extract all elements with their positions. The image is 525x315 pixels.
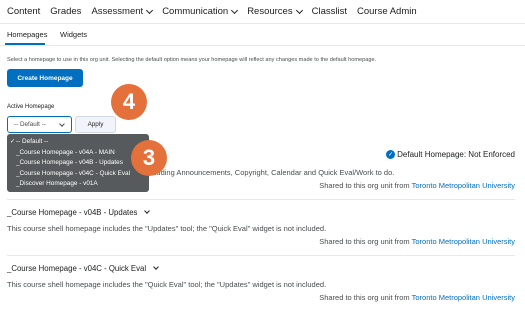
nav-label: Classlist xyxy=(311,6,347,17)
nav-item-assessment[interactable]: Assessment xyxy=(91,6,154,17)
default-status-text: Default Homepage: Not Enforced xyxy=(397,150,515,159)
homepage-shared-info: Shared to this org unit from Toronto Met… xyxy=(319,181,515,190)
homepage-shared-info: Shared to this org unit from Toronto Met… xyxy=(319,293,515,302)
dropdown-option-v04a[interactable]: _Course Homepage - v04A - MAIN xyxy=(10,148,149,159)
create-homepage-button[interactable]: Create Homepage xyxy=(7,69,83,87)
dropdown-option-discover[interactable]: _Discover Homepage - v01A xyxy=(10,179,149,190)
nav-item-classlist[interactable]: Classlist xyxy=(312,6,347,17)
nav-label: Assessment xyxy=(91,6,144,17)
org-link[interactable]: Toronto Metropolitan University xyxy=(412,293,515,302)
option-label: -- Default -- xyxy=(16,138,49,145)
nav-label: Resources xyxy=(247,6,293,17)
course-navbar: Content Grades Assessment Communication … xyxy=(0,0,525,24)
option-label: _Course Homepage - v04A - MAIN xyxy=(16,148,115,156)
homepage-dropdown-list: ✓ -- Default -- _Course Homepage - v04A -… xyxy=(7,134,149,192)
org-link[interactable]: Toronto Metropolitan University xyxy=(412,181,515,190)
tab-homepages[interactable]: Homepages xyxy=(7,30,47,39)
tab-bar: Homepages Widgets xyxy=(0,24,525,46)
chevron-down-icon xyxy=(59,121,65,127)
active-tab-indicator xyxy=(5,43,45,45)
nav-label: Course Admin xyxy=(356,6,417,17)
nav-item-communication[interactable]: Communication xyxy=(162,6,239,17)
chevron-down-icon[interactable] xyxy=(153,264,159,270)
chevron-down-icon xyxy=(231,6,239,14)
apply-button[interactable]: Apply xyxy=(75,116,116,133)
nav-label: Communication xyxy=(162,6,229,17)
dropdown-option-v04c[interactable]: _Course Homepage - v04C - Quick Eval xyxy=(10,169,149,180)
shared-prefix: Shared to this org unit from xyxy=(319,293,410,302)
active-homepage-label: Active Homepage xyxy=(7,104,55,110)
homepage-shared-info: Shared to this org unit from Toronto Met… xyxy=(319,237,515,246)
page-description: Select a homepage to use in this org uni… xyxy=(7,57,377,63)
dropdown-option-default[interactable]: ✓ -- Default -- xyxy=(10,137,149,148)
option-label: _Discover Homepage - v01A xyxy=(16,180,98,187)
shared-prefix: Shared to this org unit from xyxy=(319,237,410,246)
chevron-down-icon[interactable] xyxy=(144,208,151,214)
divider xyxy=(7,199,515,200)
active-homepage-select[interactable]: -- Default -- xyxy=(7,116,72,133)
nav-item-resources[interactable]: Resources xyxy=(247,6,303,17)
option-label: _Course Homepage - v04B - Updates xyxy=(16,159,123,166)
step-callout-badge: 3 xyxy=(131,140,167,176)
homepage-description: This course shell homepage includes the … xyxy=(7,224,327,233)
homepage-title-text: _Course Homepage - v04B - Updates xyxy=(7,208,138,217)
check-circle-icon: ✓ xyxy=(386,150,396,159)
homepage-description: This course shell homepage includes the … xyxy=(7,280,327,289)
nav-label: Grades xyxy=(50,6,82,17)
select-value: -- Default -- xyxy=(14,121,46,128)
homepage-title-text: _Course Homepage - v04C - Quick Eval xyxy=(7,264,147,273)
divider xyxy=(7,255,515,256)
step-callout-badge: 4 xyxy=(111,84,147,120)
dropdown-option-v04b[interactable]: _Course Homepage - v04B - Updates xyxy=(10,158,149,169)
chevron-down-icon xyxy=(146,6,154,14)
tab-widgets[interactable]: Widgets xyxy=(60,30,87,39)
nav-item-grades[interactable]: Grades xyxy=(50,6,81,17)
shared-prefix: Shared to this org unit from xyxy=(319,181,410,190)
nav-item-content[interactable]: Content xyxy=(7,6,40,17)
homepage-description: cluding Announcements, Copyright, Calend… xyxy=(151,168,395,177)
option-label: _Course Homepage - v04C - Quick Eval xyxy=(16,169,131,177)
nav-label: Content xyxy=(7,6,41,17)
org-link[interactable]: Toronto Metropolitan University xyxy=(412,237,515,246)
chevron-down-icon xyxy=(295,6,303,14)
default-status: ✓ Default Homepage: Not Enforced xyxy=(386,150,515,159)
nav-item-course-admin[interactable]: Course Admin xyxy=(357,6,417,17)
homepage-title[interactable]: _Course Homepage - v04C - Quick Eval xyxy=(7,264,159,273)
homepage-title[interactable]: _Course Homepage - v04B - Updates xyxy=(7,208,151,217)
